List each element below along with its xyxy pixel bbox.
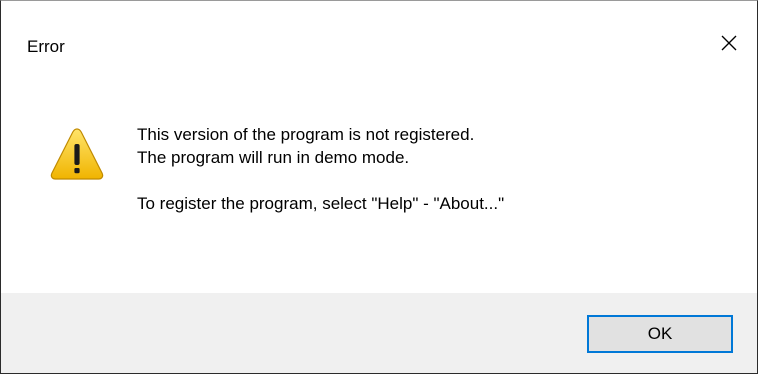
message-line: This version of the program is not regis… [137, 125, 475, 144]
ok-button-label: OK [647, 324, 673, 343]
dialog-title: Error [27, 37, 65, 56]
button-bar: OK [1, 293, 757, 373]
close-icon [721, 35, 737, 51]
title-bar[interactable]: Error [1, 1, 757, 89]
ok-button[interactable]: OK [587, 315, 733, 353]
message-register-line: To register the program, select "Help" -… [137, 194, 505, 213]
message-line: The program will run in demo mode. [137, 148, 410, 167]
error-dialog: Error This version of the program is not… [0, 0, 758, 374]
warning-icon [50, 128, 104, 180]
message-spacer [137, 169, 504, 192]
close-button[interactable] [709, 23, 749, 63]
message-text: This version of the program is not regis… [137, 123, 504, 215]
